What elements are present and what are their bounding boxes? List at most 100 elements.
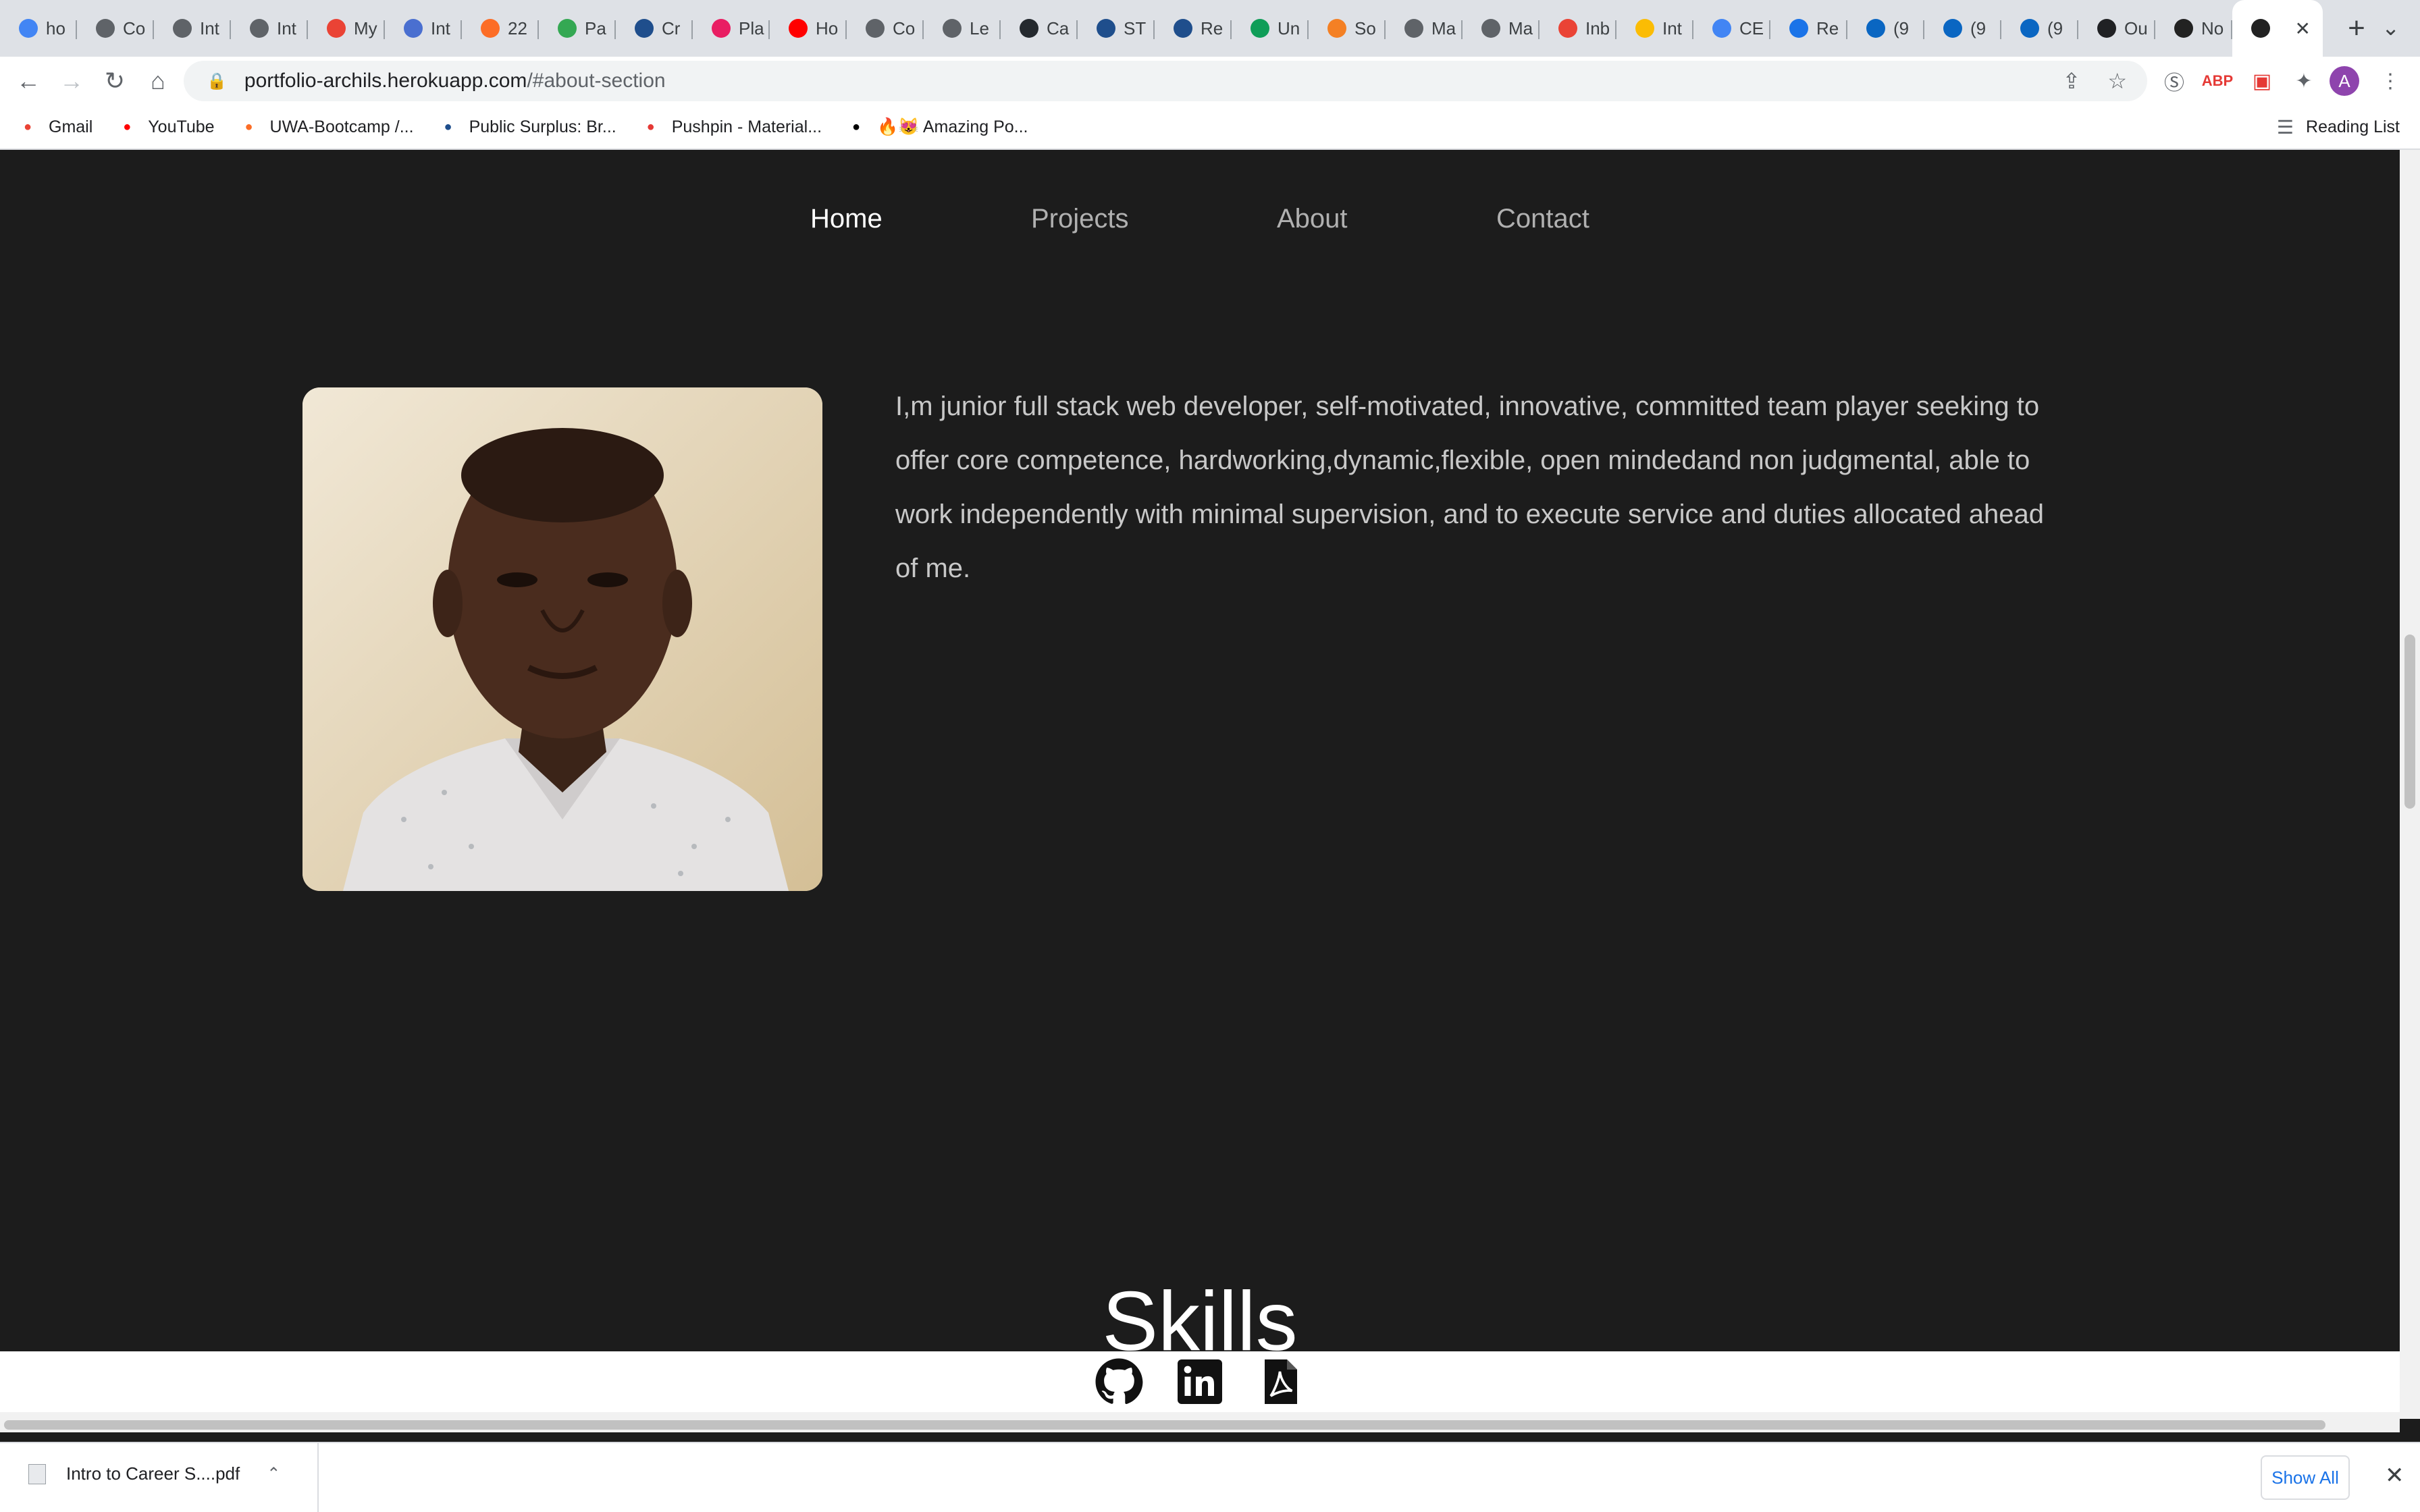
youtube-icon	[789, 19, 808, 38]
browser-tab[interactable]: (9	[1924, 0, 2001, 57]
browser-tab[interactable]: Ma	[1463, 0, 1540, 57]
bookmark-item[interactable]: ● YouTube	[117, 117, 214, 137]
browser-tab[interactable]: No	[2155, 0, 2232, 57]
extension-badge-icon[interactable]: ▣	[2246, 65, 2278, 97]
adblock-extension-icon[interactable]: ABP	[2201, 65, 2234, 97]
tab-label: No	[2201, 18, 2224, 38]
tab-label: Re	[1816, 18, 1839, 38]
tab-label: Co	[893, 18, 916, 38]
tab-label: (9	[1970, 18, 1987, 38]
browser-tab[interactable]: Re	[1770, 0, 1847, 57]
link-icon	[558, 19, 577, 38]
vertical-scroll-thumb[interactable]	[2404, 634, 2415, 809]
nav-about-link[interactable]: About	[1277, 204, 1348, 234]
youtube-icon: ●	[123, 119, 132, 134]
bookmark-item[interactable]: ● Gmail	[18, 117, 93, 137]
stackoverflow-icon	[1327, 19, 1346, 38]
browser-tab[interactable]: Ca	[1001, 0, 1078, 57]
bookmark-label: YouTube	[148, 117, 215, 136]
skype-extension-icon[interactable]: Ⓢ	[2158, 65, 2190, 97]
globe-icon	[943, 19, 962, 38]
bookmark-item[interactable]: ● Pushpin - Material...	[641, 117, 822, 137]
close-tab-icon[interactable]: ✕	[2295, 18, 2311, 40]
browser-tab[interactable]: Cr	[616, 0, 693, 57]
browser-tab[interactable]: Int	[154, 0, 231, 57]
tab-label: Le	[970, 18, 989, 38]
active-browser-tab[interactable]: ✕	[2232, 0, 2323, 57]
nav-projects-link[interactable]: Projects	[1031, 204, 1129, 234]
browser-tab[interactable]: Ou	[2078, 0, 2155, 57]
reading-list-button[interactable]: ☰ Reading List	[2277, 116, 2400, 138]
linkedin-icon[interactable]	[1176, 1357, 1224, 1406]
browser-tab[interactable]: Ho	[770, 0, 847, 57]
download-item[interactable]: Intro to Career S....pdf ⌃	[28, 1463, 280, 1484]
nav-home-link[interactable]: Home	[810, 204, 883, 234]
drive-icon	[1635, 19, 1654, 38]
2u-icon	[1789, 19, 1808, 38]
bookmark-star-icon[interactable]: ☆	[2107, 68, 2127, 94]
new-tab-icon[interactable]: +	[2336, 8, 2377, 49]
show-all-button[interactable]: Show All	[2261, 1455, 2350, 1500]
gmail-icon: ●	[23, 119, 32, 134]
tab-label: Pa	[585, 18, 606, 38]
bookmark-item[interactable]: ● 🔥😻 Amazing Po...	[846, 117, 1028, 137]
portfolio-page: Home Projects About Contact I,m junior f…	[0, 150, 2400, 1368]
globe-icon	[96, 19, 115, 38]
browser-tab[interactable]: 22	[462, 0, 539, 57]
google-icon	[19, 19, 38, 38]
github-icon	[1020, 19, 1038, 38]
tab-search-icon[interactable]: ⌄	[2382, 15, 2400, 40]
browser-tab[interactable]: ST	[1078, 0, 1155, 57]
tab-label: Int	[431, 18, 450, 38]
browser-tab[interactable]: Pa	[539, 0, 616, 57]
share-icon[interactable]: ⇪	[2063, 68, 2081, 94]
gitlab-icon: ●	[244, 119, 253, 134]
puzzle-icon	[712, 19, 731, 38]
close-downloads-icon[interactable]: ✕	[2385, 1462, 2404, 1489]
browser-tab[interactable]: Co	[847, 0, 924, 57]
browser-tab[interactable]: Inb	[1540, 0, 1616, 57]
browser-tab[interactable]: Re	[1155, 0, 1232, 57]
pdf-icon[interactable]	[1257, 1357, 1305, 1406]
home-icon[interactable]: ⌂	[136, 59, 180, 103]
bookmark-item[interactable]: ● UWA-Bootcamp /...	[239, 117, 414, 137]
browser-tab[interactable]: ho	[0, 0, 77, 57]
browser-tab[interactable]: Le	[924, 0, 1001, 57]
chevron-up-icon[interactable]: ⌃	[267, 1464, 280, 1484]
tab-label: (9	[1893, 18, 1910, 38]
github-icon[interactable]	[1095, 1357, 1143, 1406]
horizontal-scroll-thumb[interactable]	[4, 1420, 2325, 1430]
about-bio-text: I,m junior full stack web developer, sel…	[895, 392, 2044, 583]
profile-avatar[interactable]: A	[2330, 66, 2359, 96]
bookmark-item[interactable]: ● Public Surplus: Br...	[438, 117, 616, 137]
browser-tab[interactable]: (9	[2001, 0, 2078, 57]
browser-tab[interactable]: Un	[1232, 0, 1309, 57]
bookmark-label: UWA-Bootcamp /...	[269, 117, 414, 136]
browser-tab[interactable]: Ma	[1386, 0, 1463, 57]
address-bar[interactable]: 🔒 portfolio-archils.herokuapp.com/#about…	[184, 61, 2147, 101]
tab-label: Ma	[1508, 18, 1533, 38]
reload-icon[interactable]: ↻	[93, 59, 136, 103]
bookmark-label: 🔥😻 Amazing Po...	[877, 117, 1028, 136]
browser-tab[interactable]: Co	[77, 0, 154, 57]
browser-tab[interactable]: Int	[385, 0, 462, 57]
browser-tab[interactable]: CE	[1693, 0, 1770, 57]
extensions-puzzle-icon[interactable]: ✦	[2288, 65, 2320, 97]
gitlab-icon	[481, 19, 500, 38]
browser-tab[interactable]: (9	[1847, 0, 1924, 57]
back-icon[interactable]: ←	[7, 59, 50, 103]
tab-label: CE	[1739, 18, 1764, 38]
url-path: /#about-section	[527, 70, 666, 92]
browser-tab[interactable]: Int	[1616, 0, 1693, 57]
browser-tab[interactable]: Pla	[693, 0, 770, 57]
browser-tab[interactable]: So	[1309, 0, 1386, 57]
browser-menu-icon[interactable]: ⋮	[2374, 65, 2406, 97]
browser-tab[interactable]: My	[308, 0, 385, 57]
nav-contact-link[interactable]: Contact	[1496, 204, 1589, 234]
ps-icon: ●	[444, 119, 452, 134]
browser-tab[interactable]: Int	[231, 0, 308, 57]
forward-icon[interactable]: →	[50, 59, 93, 103]
tab-label: Ca	[1047, 18, 1070, 38]
tab-label: Int	[277, 18, 296, 38]
cf-icon	[2097, 19, 2116, 38]
